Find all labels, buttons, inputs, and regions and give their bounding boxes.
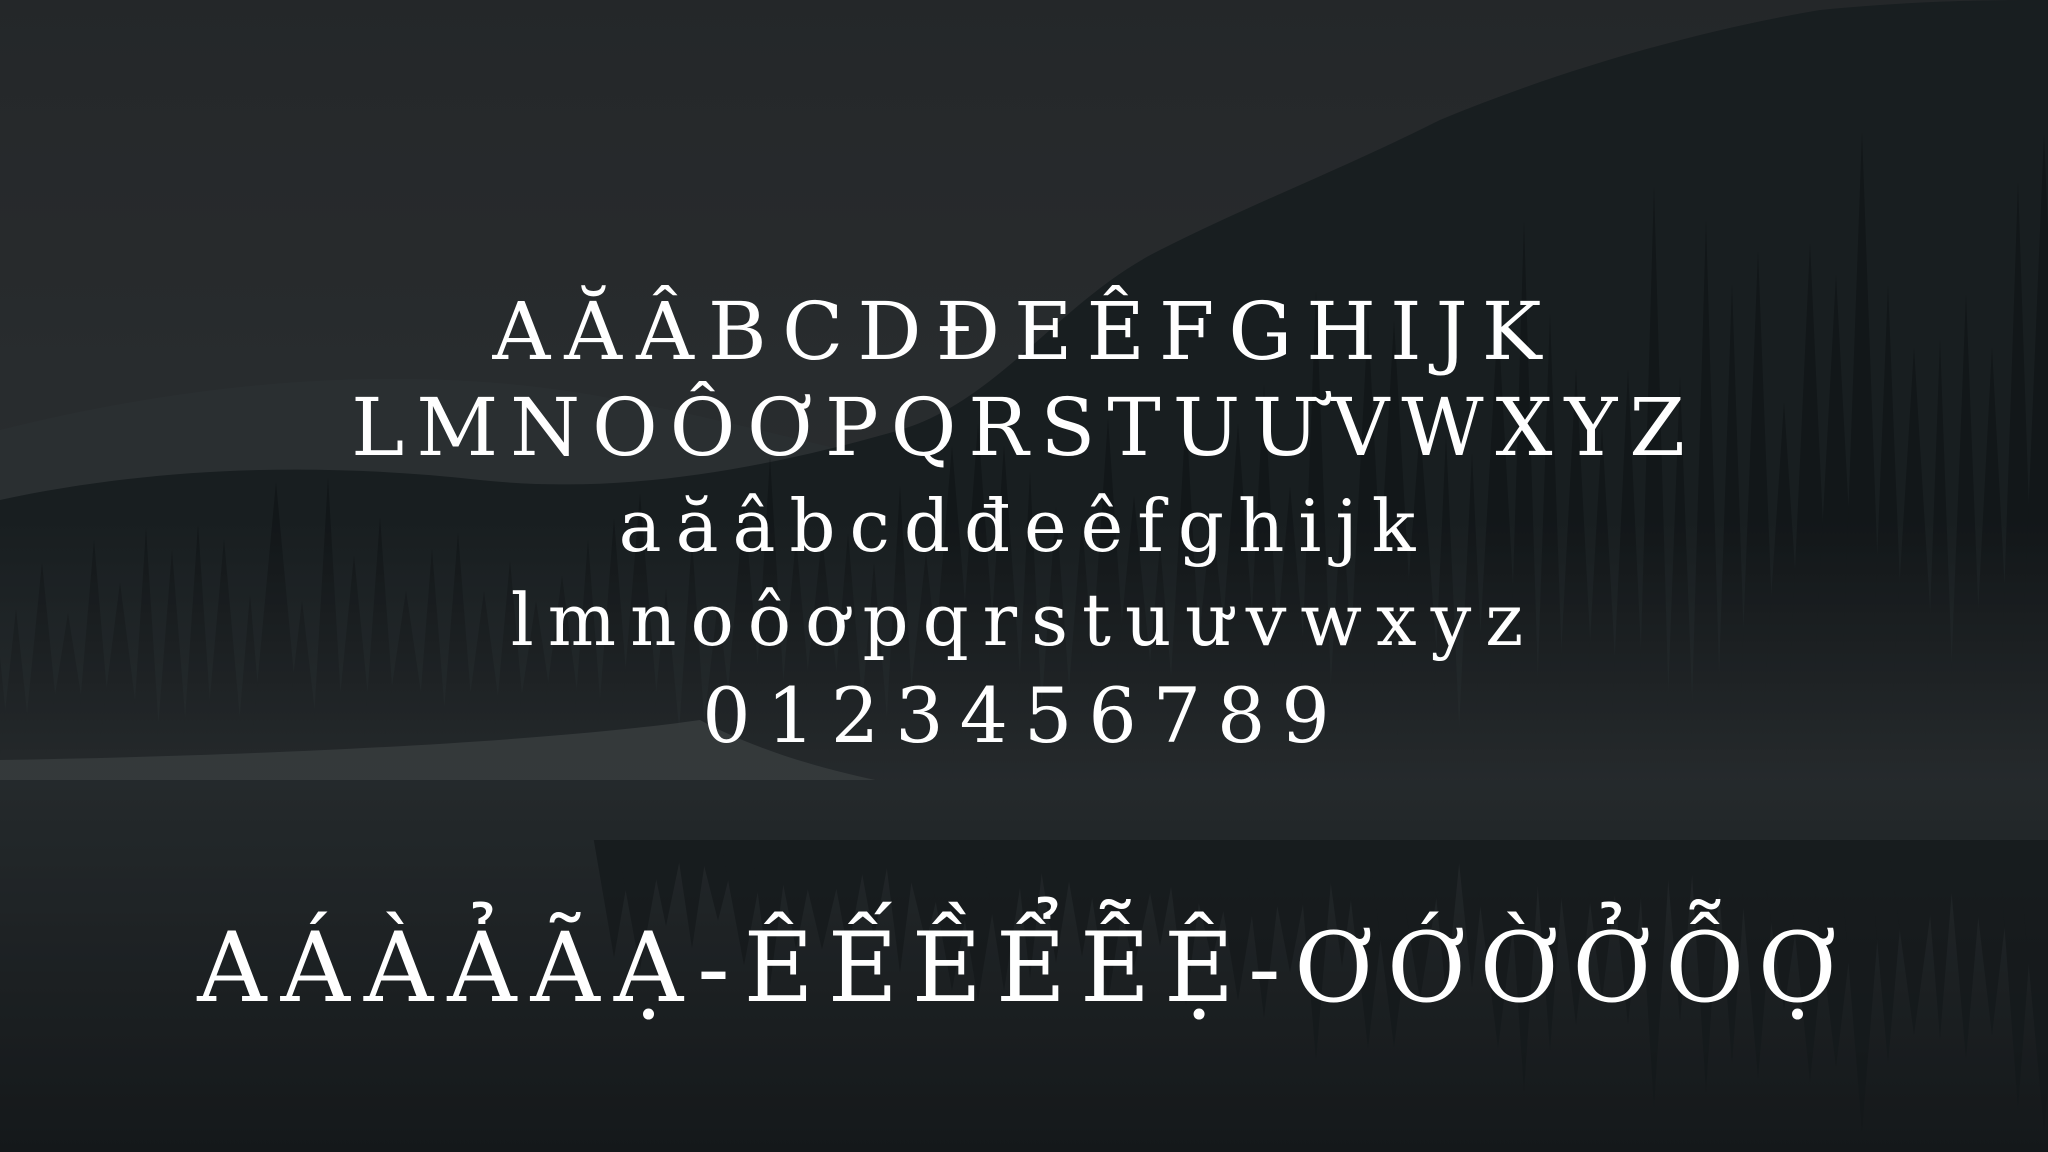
diacritics-line: AÁÀẢÃẠ-ÊẾỀỂỄỆ-ƠỚỜỞỖỢ	[197, 912, 1851, 1024]
uppercase-line-1: AĂÂBCDĐEÊFGHIJK	[492, 285, 1556, 378]
font-specimen-slide: AĂÂBCDĐEÊFGHIJK LMNOÔƠPQRSTUƯVWXYZ aăâbc…	[0, 0, 2048, 1152]
lowercase-line-2: lmnoôơpqrstuưvwxyz	[510, 578, 1538, 662]
uppercase-line-2: LMNOÔƠPQRSTUƯVWXYZ	[351, 381, 1697, 474]
lowercase-line-1: aăâbcdđeêfghijk	[618, 484, 1430, 568]
digits-line: 0123456789	[702, 671, 1346, 760]
